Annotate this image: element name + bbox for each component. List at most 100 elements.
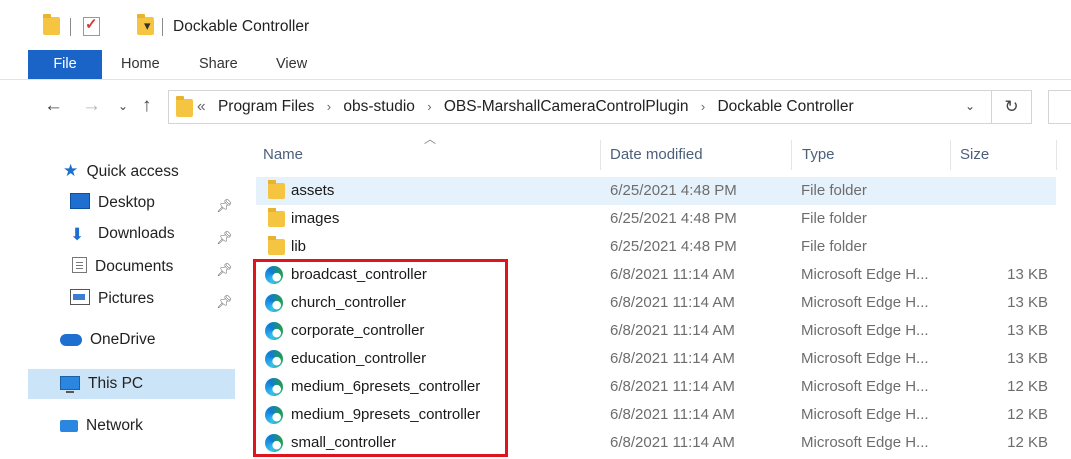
star-icon: ★ [63, 161, 79, 180]
file-row[interactable]: small_controller 6/8/2021 11:14 AM Micro… [256, 429, 1056, 457]
edge-html-icon [265, 406, 283, 424]
refresh-icon[interactable]: ↻ [992, 90, 1032, 124]
back-arrow-icon[interactable]: ← [44, 95, 63, 117]
file-name: lib [291, 238, 307, 255]
nav-label: Network [86, 417, 143, 434]
chevron-down-icon[interactable]: ⌄ [965, 99, 975, 113]
file-row[interactable]: lib 6/25/2021 4:48 PM File folder [256, 233, 1056, 261]
chevron-right-icon[interactable]: › [327, 99, 331, 114]
pin-icon[interactable]: 📌︎ [216, 294, 233, 310]
file-date: 6/8/2021 11:14 AM [610, 294, 735, 311]
nav-this-pc[interactable]: This PC [28, 369, 235, 399]
file-type: Microsoft Edge H... [801, 406, 929, 423]
title-bar: ✓ ▾ Dockable Controller [0, 0, 1071, 50]
file-row[interactable]: assets 6/25/2021 4:48 PM File folder [256, 177, 1056, 205]
nav-quick-access[interactable]: ★ Quick access [63, 161, 179, 187]
file-size: 13 KB [1007, 294, 1048, 311]
edge-html-icon [265, 350, 283, 368]
column-divider[interactable] [950, 140, 951, 170]
file-name: church_controller [291, 294, 407, 311]
file-row[interactable]: church_controller 6/8/2021 11:14 AM Micr… [256, 289, 1056, 317]
file-type: Microsoft Edge H... [801, 322, 929, 339]
file-date: 6/8/2021 11:14 AM [610, 350, 735, 367]
file-type: Microsoft Edge H... [801, 350, 929, 367]
file-row[interactable]: corporate_controller 6/8/2021 11:14 AM M… [256, 317, 1056, 345]
nav-label: Desktop [98, 194, 155, 211]
breadcrumb-obs-studio[interactable]: obs-studio [343, 98, 415, 115]
column-header-date[interactable]: Date modified [610, 146, 703, 163]
file-row[interactable]: medium_6presets_controller 6/8/2021 11:1… [256, 373, 1056, 401]
file-name: education_controller [291, 350, 427, 367]
column-divider[interactable] [600, 140, 601, 170]
file-size: 12 KB [1007, 378, 1048, 395]
nav-label: Pictures [98, 290, 154, 307]
nav-downloads[interactable]: ⬇ Downloads [70, 225, 175, 251]
chevron-right-icon[interactable]: › [701, 99, 705, 114]
nav-label: Downloads [98, 225, 175, 242]
customize-toolbar-icon[interactable]: ▾ [144, 18, 151, 34]
recent-locations-icon[interactable]: ⌄ [118, 99, 128, 113]
pictures-icon [70, 289, 90, 305]
column-divider[interactable] [791, 140, 792, 170]
file-list: assets 6/25/2021 4:48 PM File folder ima… [256, 177, 1056, 457]
file-type: File folder [801, 210, 867, 227]
toolbar-divider [70, 18, 71, 36]
file-type: Microsoft Edge H... [801, 434, 929, 451]
file-row[interactable]: broadcast_controller 6/8/2021 11:14 AM M… [256, 261, 1056, 289]
file-type: File folder [801, 182, 867, 199]
file-size: 13 KB [1007, 266, 1048, 283]
breadcrumb-dockable-controller[interactable]: Dockable Controller [717, 98, 853, 115]
breadcrumb-plugin[interactable]: OBS-MarshallCameraControlPlugin [444, 98, 689, 115]
nav-documents[interactable]: Documents [72, 257, 173, 283]
file-name: medium_9presets_controller [291, 406, 481, 423]
column-divider[interactable] [1056, 140, 1057, 170]
nav-desktop[interactable]: Desktop [70, 193, 155, 219]
nav-label: Documents [95, 258, 174, 275]
chevron-right-icon[interactable]: › [427, 99, 431, 114]
search-input[interactable] [1048, 90, 1071, 124]
tab-home[interactable]: Home [121, 50, 160, 79]
column-header-name[interactable]: Name [263, 146, 303, 163]
file-date: 6/25/2021 4:48 PM [610, 210, 737, 227]
nav-pictures[interactable]: Pictures [70, 289, 154, 315]
address-bar[interactable]: « Program Files › obs-studio › OBS-Marsh… [168, 90, 992, 124]
file-date: 6/8/2021 11:14 AM [610, 434, 735, 451]
file-row[interactable]: medium_9presets_controller 6/8/2021 11:1… [256, 401, 1056, 429]
pin-icon[interactable]: 📌︎ [216, 198, 233, 214]
file-row[interactable]: images 6/25/2021 4:48 PM File folder [256, 205, 1056, 233]
tab-file[interactable]: File [28, 50, 102, 79]
properties-icon[interactable]: ✓ [83, 16, 100, 36]
nav-network[interactable]: Network [60, 417, 143, 443]
file-type: Microsoft Edge H... [801, 294, 929, 311]
file-name: images [291, 210, 340, 227]
file-date: 6/25/2021 4:48 PM [610, 238, 737, 255]
file-size: 13 KB [1007, 322, 1048, 339]
toolbar-divider [162, 18, 163, 36]
file-size: 12 KB [1007, 434, 1048, 451]
column-header-size[interactable]: Size [960, 146, 989, 163]
breadcrumb-program-files[interactable]: Program Files [218, 98, 314, 115]
file-name: medium_6presets_controller [291, 378, 481, 395]
network-icon [60, 420, 78, 432]
column-header-type[interactable]: Type [802, 146, 835, 163]
documents-icon [72, 257, 87, 273]
nav-onedrive[interactable]: OneDrive [60, 331, 155, 357]
folder-icon [176, 96, 193, 117]
edge-html-icon [265, 266, 283, 284]
up-arrow-icon[interactable]: ↑ [142, 95, 152, 117]
tab-share[interactable]: Share [199, 50, 238, 79]
tab-view[interactable]: View [276, 50, 307, 79]
navigation-pane: ★ Quick access Desktop 📌︎ ⬇ Downloads 📌︎ … [0, 135, 240, 459]
pin-icon[interactable]: 📌︎ [216, 262, 233, 278]
pin-icon[interactable]: 📌︎ [216, 230, 233, 246]
file-type: File folder [801, 238, 867, 255]
file-row[interactable]: education_controller 6/8/2021 11:14 AM M… [256, 345, 1056, 373]
download-arrow-icon: ⬇ [70, 225, 85, 244]
folder-icon [268, 180, 285, 199]
ribbon-tabs: File Home Share View [0, 50, 1071, 80]
breadcrumb-overflow[interactable]: « [197, 98, 206, 115]
edge-html-icon [265, 294, 283, 312]
folder-icon [43, 14, 60, 35]
computer-icon [60, 376, 80, 393]
forward-arrow-icon[interactable]: → [82, 95, 101, 117]
